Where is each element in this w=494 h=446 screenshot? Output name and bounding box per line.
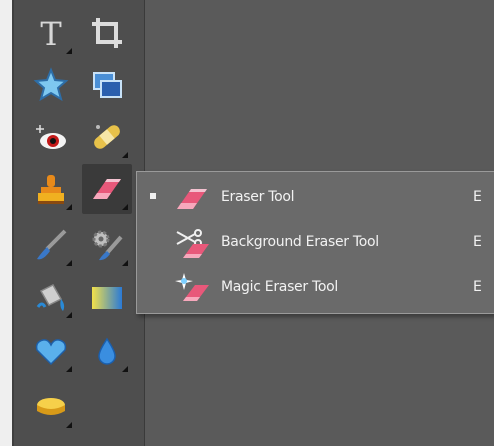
clone-stamp-button[interactable] [26, 164, 76, 214]
menu-item-background-eraser-tool[interactable]: Background Eraser Tool E [137, 223, 494, 263]
menu-item-shortcut: E [473, 189, 482, 205]
paint-bucket-button[interactable] [26, 272, 76, 322]
crop-tool-icon [89, 15, 125, 51]
svg-text:T: T [40, 15, 62, 51]
submenu-indicator [66, 48, 72, 54]
menu-item-label: Background Eraser Tool [221, 234, 379, 250]
submenu-indicator [122, 152, 128, 158]
custom-shape-heart-icon [33, 333, 69, 369]
eraser-tool-button[interactable] [82, 164, 132, 214]
red-eye-tool-button[interactable] [26, 112, 76, 162]
menu-item-label: Eraser Tool [221, 189, 295, 205]
submenu-indicator [66, 366, 72, 372]
blur-drop-icon [89, 333, 125, 369]
eraser-icon [173, 181, 213, 215]
submenu-indicator [66, 312, 72, 318]
menu-item-shortcut: E [473, 279, 482, 295]
brush-tool-button[interactable] [26, 220, 76, 270]
menu-item-eraser-tool[interactable]: Eraser Tool E [137, 178, 494, 218]
paint-bucket-icon [33, 279, 69, 315]
toolbox-edge [12, 0, 14, 446]
crop-tool-button[interactable] [82, 8, 132, 58]
shape-star-icon [33, 67, 69, 103]
submenu-indicator [122, 204, 128, 210]
gradient-tool-icon [89, 279, 125, 315]
blur-tool-button[interactable] [82, 326, 132, 376]
background-eraser-icon [173, 226, 213, 260]
menu-item-magic-eraser-tool[interactable]: Magic Eraser Tool E [137, 268, 494, 308]
recompose-tool-button[interactable] [82, 60, 132, 110]
healing-brush-icon [89, 119, 125, 155]
menu-item-label: Magic Eraser Tool [221, 279, 338, 295]
sponge-tool-button[interactable] [26, 382, 76, 432]
shape-tool-button[interactable] [26, 60, 76, 110]
type-tool-icon: T [33, 15, 69, 51]
toolbox: T [12, 0, 145, 446]
submenu-indicator [66, 422, 72, 428]
submenu-indicator [122, 260, 128, 266]
custom-shape-button[interactable] [26, 326, 76, 376]
submenu-indicator [122, 366, 128, 372]
smart-brush-icon [89, 227, 125, 263]
menu-item-shortcut: E [473, 234, 482, 250]
smart-brush-button[interactable] [82, 220, 132, 270]
gradient-tool-button[interactable] [82, 272, 132, 322]
selected-check-icon [150, 193, 156, 199]
eraser-flyout-menu: Eraser Tool E Background Eraser Tool E M… [136, 171, 494, 314]
submenu-indicator [66, 204, 72, 210]
type-tool-button[interactable]: T [26, 8, 76, 58]
brush-tool-icon [33, 227, 69, 263]
healing-brush-button[interactable] [82, 112, 132, 162]
recompose-tool-icon [89, 67, 125, 103]
clone-stamp-icon [33, 171, 69, 207]
submenu-indicator [66, 260, 72, 266]
sponge-tool-icon [33, 389, 69, 425]
left-panel-edge [0, 0, 12, 446]
magic-eraser-icon [173, 271, 213, 305]
red-eye-tool-icon [33, 119, 69, 155]
eraser-tool-icon [89, 171, 125, 207]
